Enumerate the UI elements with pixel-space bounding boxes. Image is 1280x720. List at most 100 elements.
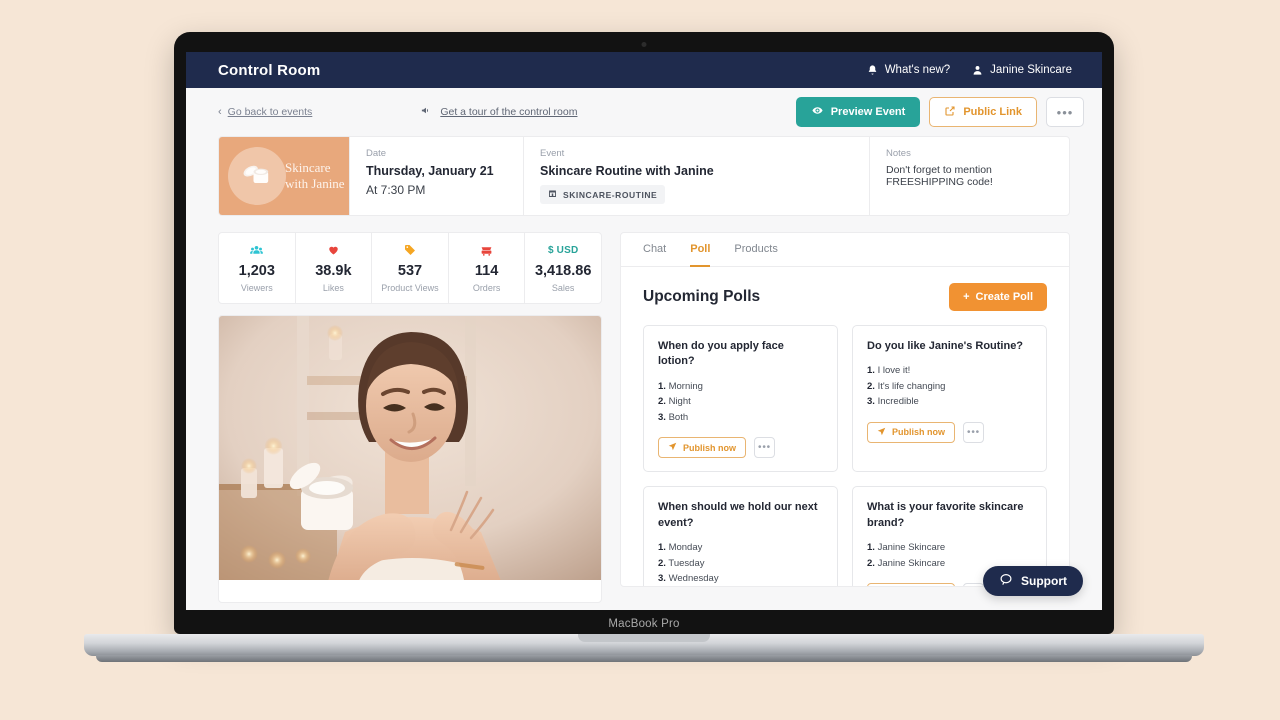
stat-value: 3,418.86	[534, 263, 592, 279]
viewers-group-icon	[221, 242, 293, 258]
orders-icon	[451, 242, 523, 258]
publish-now-label: Publish now	[683, 442, 736, 453]
panel-tabs: Chat Poll Products	[621, 233, 1069, 267]
stat-value: 1,203	[238, 263, 275, 279]
go-back-label: Go back to events	[227, 106, 313, 118]
laptop-lid: MacBook Pro Control Room What's new? Jan…	[174, 32, 1114, 634]
tab-poll[interactable]: Poll	[690, 233, 711, 267]
poll-option-label: Night	[668, 396, 691, 408]
date-label: Date	[366, 148, 387, 159]
publish-now-button[interactable]: Publish now	[658, 437, 746, 459]
poll-more-button[interactable]: •••	[963, 421, 984, 443]
event-summary-card: Skincare with Janine Date Thursday, Janu…	[218, 136, 1070, 216]
chevron-left-icon: ‹	[218, 105, 222, 118]
stat-value: 38.9k	[315, 263, 352, 279]
stat-label: Orders	[472, 283, 501, 293]
video-frame	[219, 316, 601, 580]
external-link-icon	[944, 105, 956, 120]
poll-option: 1. Morning	[658, 380, 703, 392]
event-thumbnail-title: Skincare with Janine	[285, 160, 345, 191]
cream-jar-icon	[228, 147, 286, 205]
account-menu[interactable]: Janine Skincare	[972, 64, 1072, 76]
poll-card: When do you apply face lotion? 1. Mornin…	[643, 325, 838, 473]
poll-option-label: Wednesday	[668, 572, 719, 584]
tab-products[interactable]: Products	[734, 233, 777, 267]
public-link-button[interactable]: Public Link	[929, 97, 1037, 127]
poll-option-label: Both	[668, 411, 689, 423]
poll-option-label: Tuesday	[668, 557, 705, 569]
app-title: Control Room	[218, 61, 321, 79]
poll-actions: Publish now •••	[658, 437, 823, 459]
poll-card: Do you like Janine's Routine? 1. I love …	[852, 325, 1047, 473]
currency-label: $ USD	[547, 244, 579, 256]
paper-plane-icon	[668, 442, 677, 453]
go-back-link[interactable]: ‹ Go back to events	[218, 106, 312, 118]
screen: Control Room What's new? Janine Skincare	[186, 52, 1102, 610]
plus-icon: +	[963, 291, 970, 303]
date-time: At 7:30 PM	[366, 183, 426, 197]
panel-header: Upcoming Polls + Create Poll	[621, 267, 1069, 321]
publish-now-label: Publish now	[892, 427, 945, 438]
tour-link[interactable]: Get a tour of the control room	[420, 105, 577, 119]
eye-icon	[811, 105, 824, 119]
poll-option-label: It's life changing	[877, 380, 946, 392]
stat-label: Product Views	[381, 283, 439, 293]
poll-options: 1. Morning 2. Night 3. Both	[658, 379, 823, 425]
polls-grid: When do you apply face lotion? 1. Mornin…	[621, 321, 1069, 587]
poll-option-label: Janine Skincare	[877, 557, 946, 569]
create-poll-button[interactable]: + Create Poll	[949, 283, 1047, 311]
publish-now-button[interactable]: Publish now	[867, 582, 955, 586]
support-button[interactable]: Support	[983, 566, 1083, 596]
engagement-panel: Chat Poll Products Upcoming Polls + Crea…	[620, 232, 1070, 587]
live-video-player[interactable]	[218, 315, 602, 603]
poll-question: Do you like Janine's Routine?	[867, 340, 1024, 352]
stat-value: 114	[474, 263, 499, 279]
whats-new-button[interactable]: What's new?	[867, 64, 950, 76]
stat-product-views: 537 Product Views	[372, 233, 449, 303]
poll-option: 3. Both	[658, 411, 689, 423]
poll-option: 3. Wednesday	[658, 572, 719, 584]
poll-option-label: Incredible	[877, 396, 919, 408]
poll-option: 1. I love it!	[867, 365, 911, 377]
notes-value: Don't forget to mention FREESHIPPING cod…	[886, 164, 993, 188]
event-label: Event	[540, 148, 565, 159]
account-label: Janine Skincare	[990, 64, 1072, 76]
event-thumbnail: Skincare with Janine	[219, 137, 349, 215]
event-tag-label: SKINCARE-ROUTINE	[563, 189, 658, 200]
stat-sales: $ USD 3,418.86 Sales	[525, 233, 601, 303]
whats-new-label: What's new?	[884, 64, 951, 76]
poll-option-label: Monday	[668, 542, 703, 554]
poll-more-button[interactable]: •••	[963, 582, 984, 586]
poll-more-button[interactable]: •••	[754, 437, 775, 459]
poll-option-label: I love it!	[877, 365, 911, 377]
app-topbar: Control Room What's new? Janine Skincare	[186, 52, 1102, 88]
megaphone-icon	[420, 105, 432, 119]
event-value: Skincare Routine with Janine	[540, 164, 714, 178]
poll-question: What is your favorite skincare brand?	[867, 501, 1024, 529]
tab-chat[interactable]: Chat	[643, 233, 666, 267]
preview-event-button[interactable]: Preview Event	[795, 97, 921, 127]
poll-question: When should we hold our next event?	[658, 501, 818, 529]
webcam-icon	[641, 42, 647, 47]
poll-option: 4. Thursday	[658, 586, 823, 587]
page-title: Upcoming Polls	[643, 288, 761, 305]
stat-likes: 38.9k Likes	[296, 233, 373, 303]
poll-option: 1. Janine Skincare	[867, 542, 946, 554]
poll-option: 3. Incredible	[867, 396, 919, 408]
store-icon	[548, 189, 557, 200]
tag-icon	[374, 242, 446, 258]
publish-now-button[interactable]: Publish now	[867, 421, 955, 443]
poll-actions: Publish now •••	[867, 421, 1032, 443]
paper-plane-icon	[877, 427, 886, 438]
laptop-base	[84, 634, 1204, 656]
poll-option: 2. Night	[658, 396, 691, 408]
more-options-button[interactable]: •••	[1046, 97, 1084, 127]
stats-bar: 1,203 Viewers 38.9k Likes 537 Product Vi…	[218, 232, 602, 304]
date-value: Thursday, January 21	[366, 164, 494, 178]
poll-option: 1. Monday	[658, 542, 703, 554]
poll-option-label: Janine Skincare	[877, 542, 946, 554]
tour-label: Get a tour of the control room	[440, 106, 578, 118]
poll-options: 1. I love it! 2. It's life changing 3. I…	[867, 363, 1032, 409]
event-tag-chip[interactable]: SKINCARE-ROUTINE	[540, 185, 666, 204]
notes-label: Notes	[886, 148, 911, 159]
